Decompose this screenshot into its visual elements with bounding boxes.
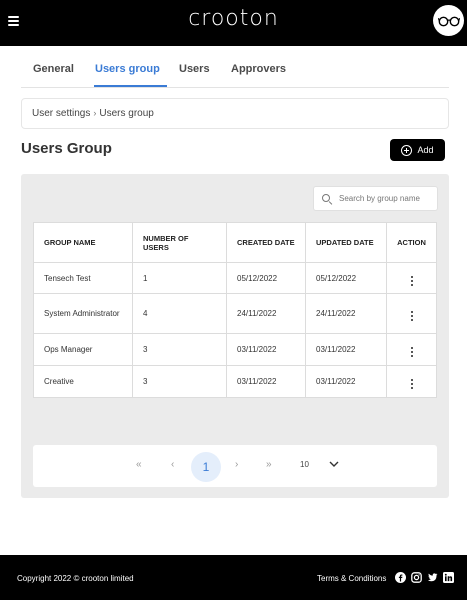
linkedin-icon[interactable]: [443, 572, 454, 583]
cell-updated-date: 05/12/2022: [305, 262, 387, 294]
cell-number-of-users: 3: [132, 365, 227, 398]
tab-approvers[interactable]: Approvers: [231, 63, 286, 75]
cell-updated-date: 03/11/2022: [305, 365, 387, 398]
table-row[interactable]: Creative 3 03/11/2022 03/11/2022: [33, 365, 437, 398]
twitter-icon[interactable]: [427, 572, 438, 583]
settings-tabs: General Users group Users Approvers: [21, 52, 449, 88]
chevron-down-icon[interactable]: [328, 458, 340, 470]
cell-action: [386, 333, 437, 366]
breadcrumb-parent[interactable]: User settings: [32, 108, 90, 119]
search-icon: [322, 193, 332, 204]
cell-group-name: Ops Manager: [33, 333, 133, 366]
footer: Copyright 2022 © crooton limited Terms &…: [0, 555, 467, 600]
instagram-icon[interactable]: [411, 572, 422, 583]
cell-created-date: 03/11/2022: [226, 365, 306, 398]
column-header-group-name: GROUP NAME: [33, 222, 133, 263]
glasses-icon: [437, 16, 460, 26]
pagination: « ‹ 1 › » 10: [33, 445, 437, 487]
tab-general[interactable]: General: [33, 63, 74, 75]
table-row[interactable]: Ops Manager 3 03/11/2022 03/11/2022: [33, 333, 437, 366]
next-page-icon[interactable]: ›: [235, 459, 238, 470]
more-options-icon[interactable]: [410, 275, 413, 286]
users-group-table: GROUP NAME NUMBER OF USERS CREATED DATE …: [33, 222, 437, 398]
cell-updated-date: 24/11/2022: [305, 293, 387, 334]
facebook-icon[interactable]: [395, 572, 406, 583]
breadcrumb-current: Users group: [99, 108, 154, 119]
cell-action: [386, 293, 437, 334]
cell-group-name: System Administrator: [33, 293, 133, 334]
add-button-label: Add: [417, 145, 434, 155]
cell-action: [386, 262, 437, 294]
cell-action: [386, 365, 437, 398]
table-row[interactable]: Tensech Test 1 05/12/2022 05/12/2022: [33, 262, 437, 294]
column-header-action: ACTION: [386, 222, 437, 263]
top-bar: crooton: [0, 0, 467, 46]
cell-created-date: 24/11/2022: [226, 293, 306, 334]
brand-logo[interactable]: crooton: [0, 6, 467, 31]
breadcrumb: User settings › Users group: [21, 98, 449, 129]
column-header-updated-date: UPDATED DATE: [305, 222, 387, 263]
more-options-icon[interactable]: [410, 379, 413, 389]
plus-circle-icon: [401, 144, 413, 156]
column-header-created-date: CREATED DATE: [226, 222, 306, 263]
cell-created-date: 03/11/2022: [226, 333, 306, 366]
group-search-box[interactable]: [313, 186, 438, 211]
cell-number-of-users: 4: [132, 293, 227, 334]
previous-page-icon[interactable]: ‹: [171, 459, 174, 470]
cell-updated-date: 03/11/2022: [305, 333, 387, 366]
cell-created-date: 05/12/2022: [226, 262, 306, 294]
avatar[interactable]: [433, 5, 464, 36]
more-options-icon[interactable]: [410, 311, 413, 321]
cell-group-name: Tensech Test: [33, 262, 133, 294]
page-size-value[interactable]: 10: [300, 460, 309, 469]
add-group-button[interactable]: Add: [390, 139, 445, 161]
cell-number-of-users: 1: [132, 262, 227, 294]
copyright-text: Copyright 2022 © crooton limited: [17, 574, 134, 583]
cell-group-name: Creative: [33, 365, 133, 398]
page-title: Users Group: [21, 140, 112, 157]
tab-users-group[interactable]: Users group: [95, 63, 160, 75]
group-search-input[interactable]: [339, 194, 434, 203]
tab-users[interactable]: Users: [179, 63, 210, 75]
table-row[interactable]: System Administrator 4 24/11/2022 24/11/…: [33, 293, 437, 334]
page-number-current[interactable]: 1: [191, 452, 221, 482]
active-tab-indicator: [94, 85, 167, 87]
first-page-icon[interactable]: «: [136, 459, 142, 470]
cell-number-of-users: 3: [132, 333, 227, 366]
breadcrumb-separator-icon: ›: [93, 108, 97, 118]
terms-link[interactable]: Terms & Conditions: [317, 574, 386, 583]
column-header-number-of-users: NUMBER OF USERS: [132, 222, 227, 263]
table-header-row: GROUP NAME NUMBER OF USERS CREATED DATE …: [33, 222, 437, 263]
more-options-icon[interactable]: [410, 347, 413, 357]
last-page-icon[interactable]: »: [266, 459, 272, 470]
